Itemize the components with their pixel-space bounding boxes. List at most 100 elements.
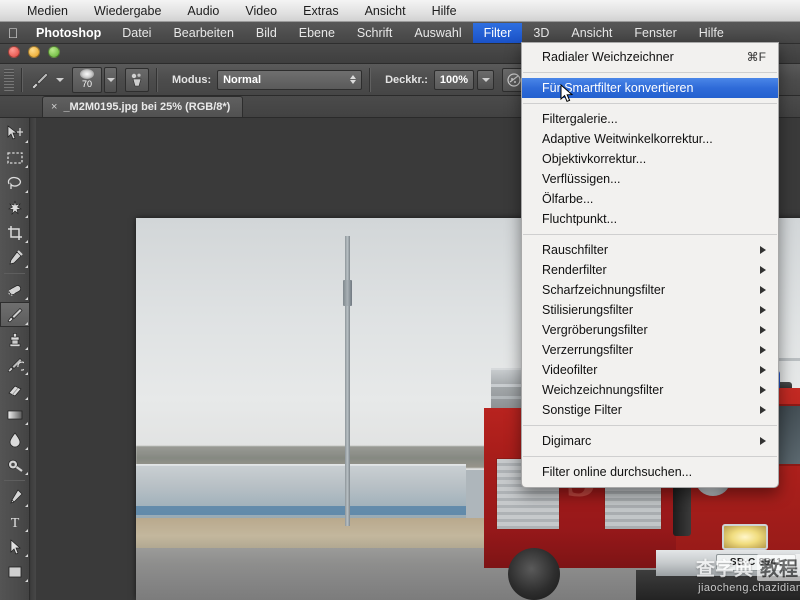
menu-filter[interactable]: Filter bbox=[472, 22, 523, 43]
watermark-cn-2: 教程 bbox=[756, 554, 800, 581]
menu-item-objektivkorrektur[interactable]: Objektivkorrektur... bbox=[522, 149, 778, 169]
eraser-tool[interactable] bbox=[0, 377, 30, 402]
type-tool[interactable]: T bbox=[0, 509, 30, 534]
divider bbox=[523, 425, 777, 426]
submenu-arrow-icon bbox=[760, 346, 766, 354]
apple-icon[interactable]:  bbox=[0, 26, 26, 40]
blur-tool[interactable] bbox=[0, 427, 30, 452]
os-menu-item-wiedergabe[interactable]: Wiedergabe bbox=[81, 2, 174, 20]
menu-item-oelfarbe[interactable]: Ölfarbe... bbox=[522, 189, 778, 209]
menu-item-label: Rauschfilter bbox=[542, 243, 608, 257]
menu-item-digimarc[interactable]: Digimarc bbox=[522, 431, 778, 451]
menu-item-weichzeichnungsfilter[interactable]: Weichzeichnungsfilter bbox=[522, 380, 778, 400]
maximize-button[interactable] bbox=[48, 46, 60, 58]
tool-corner-icon bbox=[25, 422, 28, 425]
menu-item-label: Adaptive Weitwinkelkorrektur... bbox=[542, 132, 713, 146]
photo-hangar-stripe bbox=[136, 506, 466, 515]
os-menu-item-audio[interactable]: Audio bbox=[174, 2, 232, 20]
opacity-value[interactable]: 100% bbox=[433, 69, 475, 90]
menu-item-verfluessigen[interactable]: Verflüssigen... bbox=[522, 169, 778, 189]
brush-tool[interactable] bbox=[0, 302, 30, 327]
tool-corner-icon bbox=[25, 529, 28, 532]
brush-preset-chevron-down-icon[interactable] bbox=[56, 77, 64, 82]
menu-ebene[interactable]: Ebene bbox=[288, 23, 346, 43]
os-menu-item-video[interactable]: Video bbox=[232, 2, 290, 20]
brush-tool-icon[interactable] bbox=[29, 70, 51, 90]
document-tab-title: _M2M0195.jpg bei 25% (RGB/8*) bbox=[63, 101, 231, 113]
menu-bearbeiten[interactable]: Bearbeiten bbox=[162, 23, 244, 43]
submenu-arrow-icon bbox=[760, 366, 766, 374]
close-icon[interactable]: × bbox=[51, 101, 57, 113]
tool-corner-icon bbox=[25, 190, 28, 193]
menu-bild[interactable]: Bild bbox=[245, 23, 288, 43]
submenu-arrow-icon bbox=[760, 326, 766, 334]
divider bbox=[4, 480, 25, 481]
brush-size-preview[interactable]: 70 bbox=[72, 66, 102, 93]
healing-brush-tool[interactable] bbox=[0, 277, 30, 302]
menu-item-videofilter[interactable]: Videofilter bbox=[522, 360, 778, 380]
menu-item-filter-online-durchsuchen[interactable]: Filter online durchsuchen... bbox=[522, 462, 778, 482]
pen-tool[interactable] bbox=[0, 484, 30, 509]
menu-fenster[interactable]: Fenster bbox=[623, 23, 687, 43]
app-name-label: Photoshop bbox=[36, 25, 102, 40]
lasso-tool[interactable] bbox=[0, 170, 30, 195]
window-controls bbox=[8, 46, 60, 58]
os-menu-item-hilfe[interactable]: Hilfe bbox=[419, 2, 470, 20]
document-tab[interactable]: × _M2M0195.jpg bei 25% (RGB/8*) bbox=[42, 96, 244, 117]
brush-size-value: 70 bbox=[81, 78, 92, 89]
menu-schrift[interactable]: Schrift bbox=[346, 23, 403, 43]
divider bbox=[523, 103, 777, 104]
menu-item-verzerrungsfilter[interactable]: Verzerrungsfilter bbox=[522, 340, 778, 360]
os-menu-item-extras[interactable]: Extras bbox=[290, 2, 351, 20]
menu-item-scharfzeichnungsfilter[interactable]: Scharfzeichnungsfilter bbox=[522, 280, 778, 300]
mode-select[interactable]: Normal bbox=[217, 69, 363, 90]
os-menu-item-medien[interactable]: Medien bbox=[14, 2, 81, 20]
menu-hilfe[interactable]: Hilfe bbox=[688, 23, 735, 43]
menu-item-adaptive-weitwinkelkorrektur[interactable]: Adaptive Weitwinkelkorrektur... bbox=[522, 129, 778, 149]
divider bbox=[4, 273, 25, 274]
move-tool[interactable] bbox=[0, 120, 30, 145]
minimize-button[interactable] bbox=[28, 46, 40, 58]
path-selection-tool[interactable] bbox=[0, 534, 30, 559]
menu-item-vergroeberungsfilter[interactable]: Vergröberungsfilter bbox=[522, 320, 778, 340]
menu-item-stilisierungsfilter[interactable]: Stilisierungsfilter bbox=[522, 300, 778, 320]
menu-item-fuer-smartfilter-konvertieren[interactable]: Für Smartfilter konvertieren bbox=[522, 78, 778, 98]
toolbar-edge bbox=[31, 118, 36, 600]
opacity-chevron-down-icon[interactable] bbox=[477, 69, 495, 90]
menu-item-label: Ölfarbe... bbox=[542, 192, 594, 206]
dodge-tool[interactable] bbox=[0, 452, 30, 477]
watermark-cn-1: 查字典 bbox=[695, 558, 753, 580]
menu-auswahl[interactable]: Auswahl bbox=[403, 23, 472, 43]
options-bar-grip[interactable] bbox=[4, 68, 14, 91]
photo-truck-wheel bbox=[508, 548, 560, 600]
eyedropper-tool[interactable] bbox=[0, 245, 30, 270]
rectangular-marquee-tool[interactable] bbox=[0, 145, 30, 170]
clone-stamp-tool[interactable] bbox=[0, 327, 30, 352]
history-brush-tool[interactable] bbox=[0, 352, 30, 377]
menu-ansicht[interactable]: Ansicht bbox=[560, 23, 623, 43]
brush-panel-chevron-down-icon[interactable] bbox=[104, 66, 117, 93]
menu-item-label: Filtergalerie... bbox=[542, 112, 618, 126]
menu-item-fluchtpunkt[interactable]: Fluchtpunkt... bbox=[522, 209, 778, 229]
app-menubar:  Photoshop Datei Bearbeiten Bild Ebene … bbox=[0, 22, 800, 44]
menu-item-label: Verzerrungsfilter bbox=[542, 343, 634, 357]
menu-item-filtergalerie[interactable]: Filtergalerie... bbox=[522, 109, 778, 129]
close-button[interactable] bbox=[8, 46, 20, 58]
shape-tool[interactable] bbox=[0, 559, 30, 584]
magic-wand-tool[interactable] bbox=[0, 195, 30, 220]
menu-datei[interactable]: Datei bbox=[111, 23, 162, 43]
crop-tool[interactable] bbox=[0, 220, 30, 245]
menu-3d[interactable]: 3D bbox=[522, 23, 560, 43]
tool-corner-icon bbox=[25, 215, 28, 218]
tool-corner-icon bbox=[25, 322, 28, 325]
watermark: 查字典 教程 网 jiaocheng.chazidian.com bbox=[696, 554, 800, 594]
menu-item-radialer-weichzeichner[interactable]: Radialer Weichzeichner ⌘F bbox=[522, 47, 778, 67]
menu-item-sonstige-filter[interactable]: Sonstige Filter bbox=[522, 400, 778, 420]
airbrush-icon[interactable] bbox=[125, 67, 149, 92]
os-menu-item-ansicht[interactable]: Ansicht bbox=[352, 2, 419, 20]
watermark-url: jiaocheng.chazidian.com bbox=[698, 582, 800, 594]
submenu-arrow-icon bbox=[760, 386, 766, 394]
menu-item-rauschfilter[interactable]: Rauschfilter bbox=[522, 240, 778, 260]
menu-item-renderfilter[interactable]: Renderfilter bbox=[522, 260, 778, 280]
gradient-tool[interactable] bbox=[0, 402, 30, 427]
